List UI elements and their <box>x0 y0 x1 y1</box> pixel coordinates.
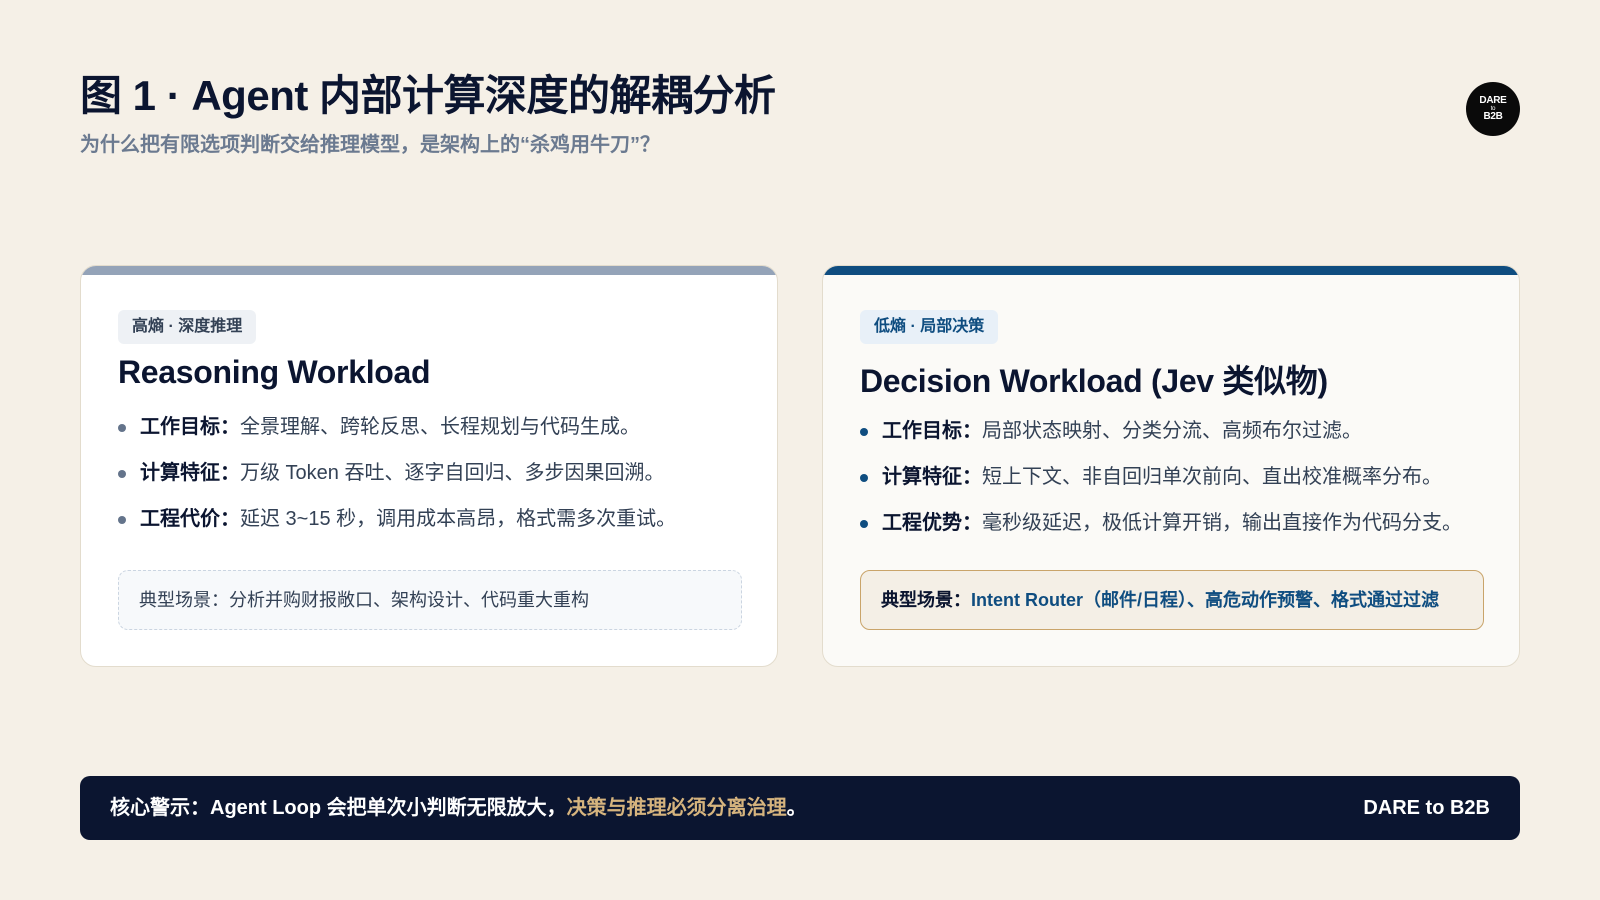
reasoning-workload-card: 高熵 · 深度推理 Reasoning Workload 工作目标：全景理解、跨… <box>80 265 778 667</box>
bullet-text: 全景理解、跨轮反思、长程规划与代码生成。 <box>240 416 640 438</box>
brand-logo: DARE to B2B <box>1466 82 1520 136</box>
logo-line-3: B2B <box>1483 111 1503 122</box>
warning-message: 核心警示：Agent Loop 会把单次小判断无限放大，决策与推理必须分离治理。 <box>110 776 807 840</box>
scenario-label: 典型场景： <box>881 590 971 610</box>
bullet-text: 局部状态映射、分类分流、高频布尔过滤。 <box>982 420 1362 442</box>
logo-line-1: DARE <box>1479 95 1507 106</box>
bullet-text: 短上下文、非自回归单次前向、直出校准概率分布。 <box>982 466 1442 488</box>
card-title: Decision Workload (Jev 类似物) <box>860 363 1328 399</box>
bullet-label: 计算特征： <box>140 462 240 484</box>
footer-brand: DARE to B2B <box>1363 797 1490 819</box>
bullet-text: 毫秒级延迟，极低计算开销，输出直接作为代码分支。 <box>982 512 1462 534</box>
bullet-item: 计算特征：万级 Token 吞吐、逐字自回归、多步因果回溯。 <box>118 458 676 504</box>
card-title: Reasoning Workload <box>118 354 431 390</box>
card-tag: 低熵 · 局部决策 <box>860 310 999 344</box>
card-tag: 高熵 · 深度推理 <box>118 310 257 344</box>
typical-scenario-box: 典型场景：分析并购财报敞口、架构设计、代码重大重构 <box>118 570 742 630</box>
bullet-item: 计算特征：短上下文、非自回归单次前向、直出校准概率分布。 <box>860 462 1462 508</box>
bullet-item: 工作目标：全景理解、跨轮反思、长程规划与代码生成。 <box>118 412 676 458</box>
bullet-label: 工程代价： <box>140 508 240 530</box>
warning-prefix: 核心警示：Agent Loop 会把单次小判断无限放大， <box>110 797 567 819</box>
scenario-text: Intent Router（邮件/日程）、高危动作预警、格式通过过滤 <box>971 590 1439 610</box>
bullet-text: 万级 Token 吞吐、逐字自回归、多步因果回溯。 <box>240 462 665 484</box>
bullet-item: 工程代价：延迟 3~15 秒，调用成本高昂，格式需多次重试。 <box>118 504 676 550</box>
page-title: 图 1 · Agent 内部计算深度的解耦分析 <box>80 72 776 119</box>
warning-highlight: 决策与推理必须分离治理 <box>566 797 787 819</box>
page-subtitle: 为什么把有限选项判断交给推理模型，是架构上的“杀鸡用牛刀”？ <box>80 134 660 156</box>
core-warning-banner: 核心警示：Agent Loop 会把单次小判断无限放大，决策与推理必须分离治理。… <box>80 776 1520 840</box>
card-accent-bar <box>81 266 777 275</box>
bullet-label: 工作目标： <box>140 416 240 438</box>
bullet-label: 工作目标： <box>882 420 982 442</box>
bullet-text: 延迟 3~15 秒，调用成本高昂，格式需多次重试。 <box>240 508 677 530</box>
warning-suffix: 。 <box>786 797 807 819</box>
bullet-list: 工作目标：全景理解、跨轮反思、长程规划与代码生成。 计算特征：万级 Token … <box>118 412 676 550</box>
typical-scenario-box: 典型场景：Intent Router（邮件/日程）、高危动作预警、格式通过过滤 <box>860 570 1484 630</box>
bullet-list: 工作目标：局部状态映射、分类分流、高频布尔过滤。 计算特征：短上下文、非自回归单… <box>860 416 1462 554</box>
decision-workload-card: 低熵 · 局部决策 Decision Workload (Jev 类似物) 工作… <box>822 265 1520 667</box>
bullet-label: 工程优势： <box>882 512 982 534</box>
card-accent-bar <box>823 266 1519 275</box>
bullet-item: 工程优势：毫秒级延迟，极低计算开销，输出直接作为代码分支。 <box>860 508 1462 554</box>
bullet-label: 计算特征： <box>882 466 982 488</box>
bullet-item: 工作目标：局部状态映射、分类分流、高频布尔过滤。 <box>860 416 1462 462</box>
